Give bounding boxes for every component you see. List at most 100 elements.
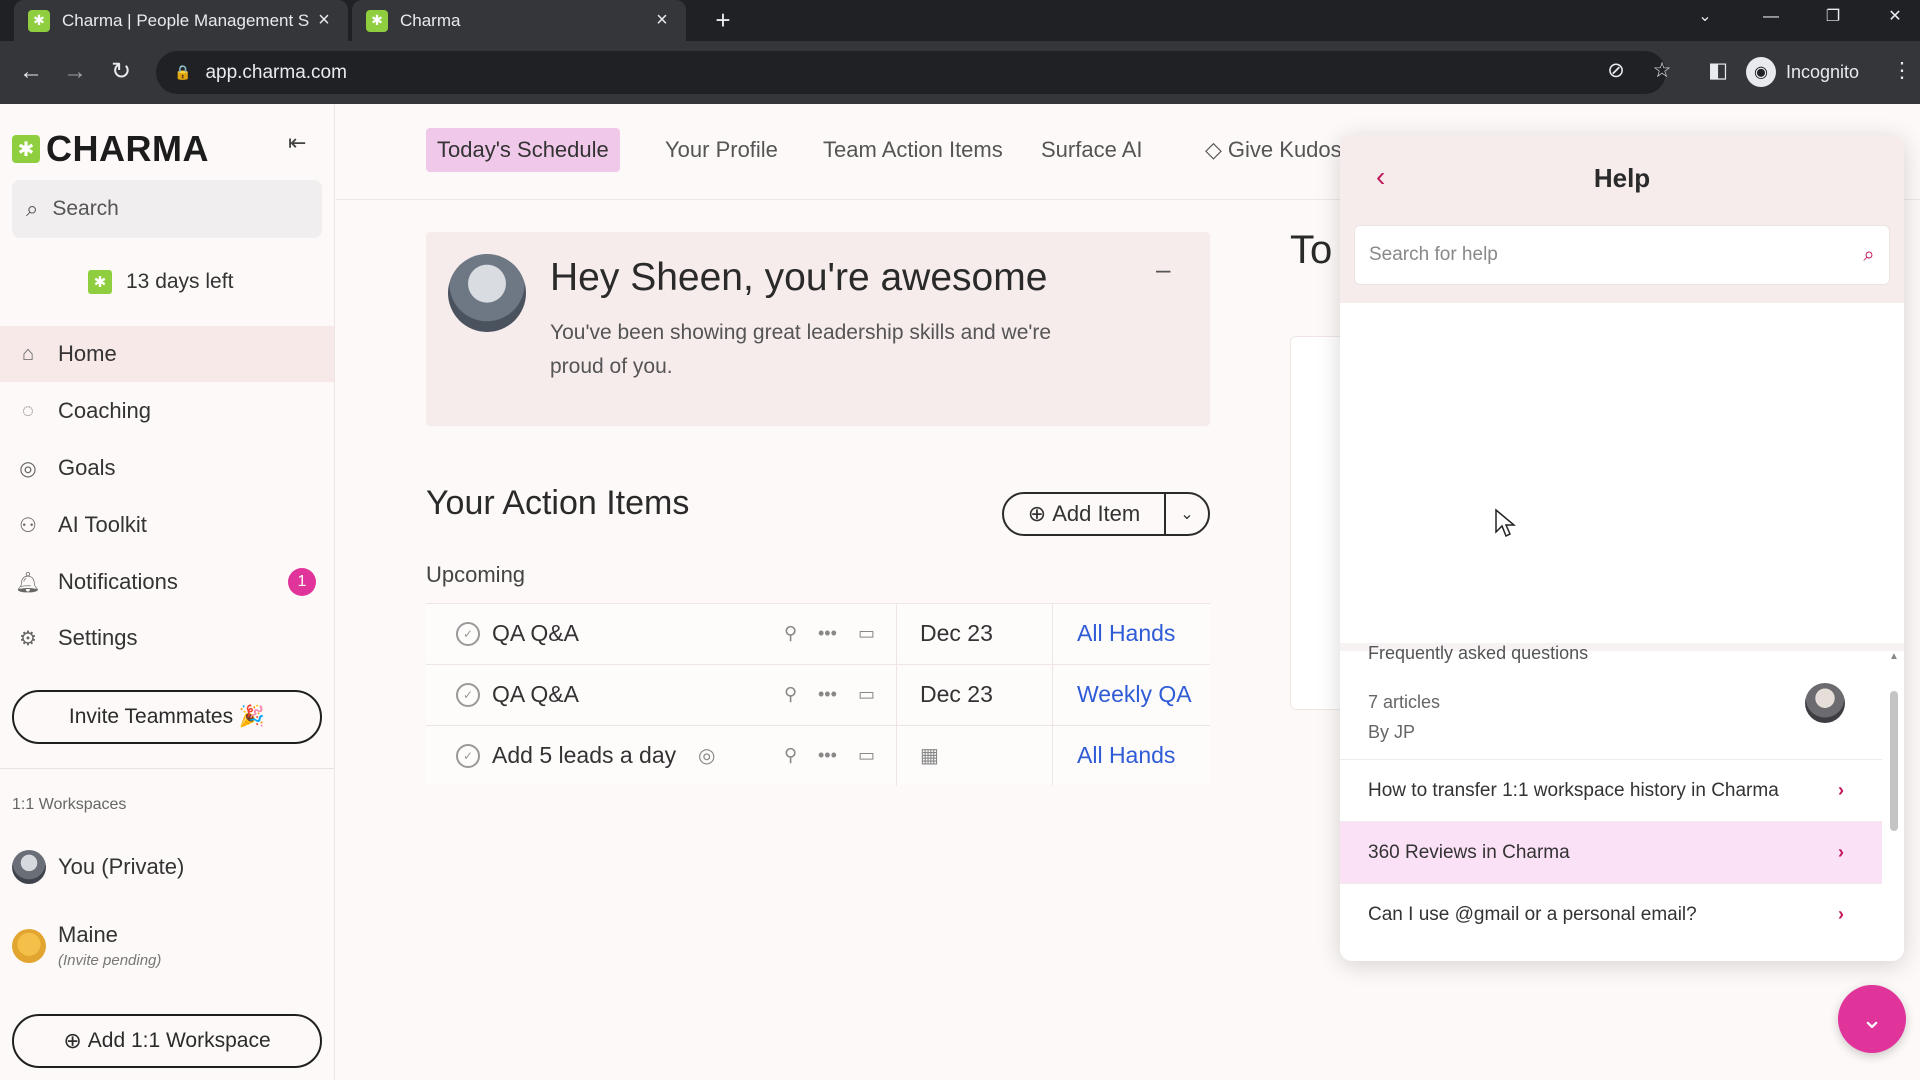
- sidebar-item-label: Notifications: [58, 569, 178, 594]
- browser-tab-charma[interactable]: ✱ Charma ×: [352, 0, 686, 41]
- charma-logo[interactable]: ✱ CHARMA: [12, 128, 209, 170]
- close-tab-icon[interactable]: ×: [314, 9, 334, 32]
- avatar: [1805, 683, 1845, 723]
- bookmark-star-icon[interactable]: ☆: [1644, 53, 1680, 89]
- chevron-down-icon: ⌄: [1861, 1003, 1883, 1034]
- collection-author: By JP: [1368, 722, 1416, 742]
- comment-icon[interactable]: ▭: [858, 745, 875, 766]
- close-help-button[interactable]: ⌄: [1838, 985, 1906, 1053]
- invite-teammates-button[interactable]: Invite Teammates 🎉: [12, 690, 322, 744]
- add-item-button[interactable]: ⊕ Add Item: [1004, 494, 1166, 534]
- help-article-link[interactable]: 360 Reviews in Charma ›: [1340, 821, 1882, 883]
- collapse-sidebar-icon[interactable]: ⇤: [288, 130, 306, 156]
- more-dots-icon[interactable]: •••: [818, 623, 837, 644]
- tab-todays-schedule[interactable]: Today's Schedule: [426, 128, 620, 172]
- action-item-label[interactable]: QA Q&A: [492, 620, 579, 647]
- sidebar-item-ai-toolkit[interactable]: ⚇ AI Toolkit: [0, 497, 334, 553]
- chevron-right-icon: ›: [1838, 780, 1844, 800]
- workspace-item-maine[interactable]: Maine (Invite pending): [12, 922, 161, 969]
- workspace-name: You (Private): [58, 854, 185, 879]
- more-menu-icon[interactable]: ⋮: [1884, 53, 1920, 89]
- calendar-icon[interactable]: ▦: [920, 743, 939, 768]
- restore-window-button[interactable]: ❐: [1808, 0, 1858, 36]
- check-circle-icon[interactable]: ✓: [456, 621, 480, 646]
- sidebar-item-notifications[interactable]: 🔔︎ Notifications 1: [0, 554, 334, 610]
- add-workspace-button[interactable]: ⊕ Add 1:1 Workspace: [12, 1014, 322, 1068]
- charma-favicon-icon: ✱: [366, 9, 388, 32]
- tab-your-profile[interactable]: Your Profile: [654, 128, 789, 172]
- tab-search-icon[interactable]: ⌄: [1680, 0, 1730, 36]
- pin-icon[interactable]: ⚲: [784, 623, 797, 644]
- charma-favicon-icon: ✱: [28, 9, 50, 32]
- tab-team-action-items[interactable]: Team Action Items: [812, 128, 1014, 172]
- charma-star-icon: ✱: [88, 270, 112, 294]
- sidebar-item-coaching[interactable]: ◌ Coaching: [0, 383, 334, 439]
- new-tab-button[interactable]: +: [708, 6, 738, 36]
- trial-status: ✱ 13 days left: [88, 270, 233, 294]
- help-search-input[interactable]: [1369, 244, 1849, 266]
- close-window-button[interactable]: ✕: [1870, 0, 1920, 36]
- meeting-link[interactable]: All Hands: [1077, 620, 1175, 647]
- scroll-up-icon[interactable]: ▲: [1888, 651, 1900, 662]
- action-item-label[interactable]: Add 5 leads a day: [492, 742, 676, 769]
- meeting-link[interactable]: Weekly QA: [1077, 681, 1192, 708]
- kudos-title: Hey Sheen, you're awesome: [550, 256, 1048, 299]
- home-icon: ⌂: [21, 342, 35, 365]
- chevron-down-icon[interactable]: ⌄: [1166, 504, 1208, 524]
- more-dots-icon[interactable]: •••: [818, 745, 837, 766]
- help-article-link[interactable]: Can I use @gmail or a personal email? ›: [1340, 883, 1882, 945]
- forward-arrow-icon[interactable]: →: [58, 55, 92, 89]
- help-header: ‹ Help ⌕: [1340, 135, 1904, 303]
- faq-collection-title[interactable]: Frequently asked questions: [1368, 643, 1588, 664]
- pin-icon[interactable]: ⚲: [784, 745, 797, 766]
- logo-text: CHARMA: [46, 128, 209, 169]
- upcoming-heading: Upcoming: [426, 562, 526, 587]
- faq-collection-meta: 7 articles By JP: [1368, 687, 1440, 747]
- help-article-link[interactable]: How to transfer 1:1 workspace history in…: [1340, 759, 1882, 821]
- plus-circle-icon: ⊕: [63, 1028, 82, 1053]
- url-text: app.charma.com: [205, 61, 347, 83]
- sidebar-item-settings[interactable]: ⚙ Settings: [0, 610, 334, 666]
- sidebar-item-label: AI Toolkit: [58, 512, 147, 537]
- check-circle-icon[interactable]: ✓: [456, 682, 480, 707]
- comment-icon[interactable]: ▭: [858, 623, 875, 644]
- meeting-link[interactable]: All Hands: [1077, 742, 1175, 769]
- more-dots-icon[interactable]: •••: [818, 684, 837, 705]
- sidebar-search[interactable]: ⌕ Search: [12, 180, 322, 238]
- help-search-box[interactable]: ⌕: [1354, 225, 1890, 285]
- back-arrow-icon[interactable]: ←: [14, 55, 48, 89]
- sidebar-item-home[interactable]: ⌂ Home: [0, 326, 334, 382]
- table-row[interactable]: ✓ QA Q&A ⚲ ••• ▭ Dec 23 Weekly QA: [426, 664, 1210, 725]
- workspace-item-private[interactable]: You (Private): [12, 850, 184, 884]
- due-date[interactable]: Dec 23: [920, 681, 993, 708]
- bell-icon: 🔔︎: [15, 571, 41, 594]
- reload-icon[interactable]: ↻: [104, 55, 138, 89]
- incognito-icon: ◉: [1746, 57, 1776, 87]
- url-field[interactable]: 🔒 app.charma.com: [156, 51, 1666, 94]
- due-date[interactable]: Dec 23: [920, 620, 993, 647]
- scrollbar-thumb[interactable]: [1890, 691, 1898, 831]
- minimize-button[interactable]: –: [1156, 254, 1170, 285]
- close-tab-icon[interactable]: ×: [652, 9, 672, 32]
- eye-slash-icon[interactable]: ⊘: [1598, 53, 1634, 89]
- tab-give-kudos[interactable]: ◇ Give Kudos: [1194, 128, 1353, 172]
- browser-tab-charma-people[interactable]: ✱ Charma | People Management S ×: [14, 0, 348, 41]
- check-circle-icon[interactable]: ✓: [456, 743, 480, 768]
- sidebar-divider: [0, 768, 334, 769]
- coaching-icon: ◌: [22, 399, 34, 422]
- minimize-window-button[interactable]: —: [1746, 0, 1796, 36]
- help-scrollbar[interactable]: ▲: [1888, 651, 1900, 951]
- kudos-message: You've been showing great leadership ski…: [550, 321, 1052, 378]
- side-panel-icon[interactable]: ◧: [1700, 53, 1736, 89]
- tab-surface-ai[interactable]: Surface AI: [1030, 128, 1154, 172]
- notification-count-badge: 1: [288, 568, 316, 596]
- action-item-label[interactable]: QA Q&A: [492, 681, 579, 708]
- table-row[interactable]: ✓ Add 5 leads a day ◎ ⚲ ••• ▭ ▦ All Hand…: [426, 725, 1210, 786]
- comment-icon[interactable]: ▭: [858, 684, 875, 705]
- table-row[interactable]: ✓ QA Q&A ⚲ ••• ▭ Dec 23 All Hands: [426, 603, 1210, 664]
- sidebar-item-goals[interactable]: ◎ Goals: [0, 440, 334, 496]
- pin-icon[interactable]: ⚲: [784, 684, 797, 705]
- sidebar: ✱ CHARMA ⇤ ⌕ Search ✱ 13 days left ⌂ Hom…: [0, 104, 335, 1080]
- search-icon[interactable]: ⌕: [1849, 244, 1889, 267]
- incognito-indicator[interactable]: ◉ Incognito: [1746, 55, 1859, 89]
